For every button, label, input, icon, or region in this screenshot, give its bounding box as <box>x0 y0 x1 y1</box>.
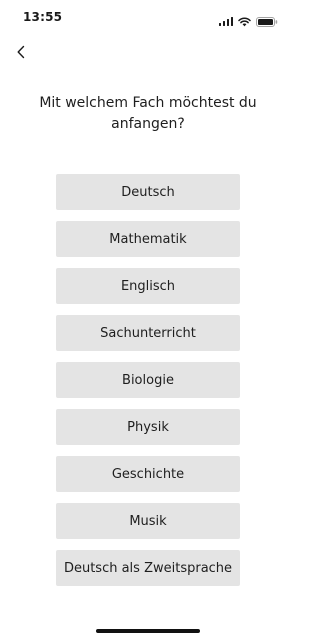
subject-button-geschichte[interactable]: Geschichte <box>56 456 240 492</box>
subject-list: Deutsch Mathematik Englisch Sachunterric… <box>56 174 240 586</box>
chevron-left-icon <box>16 44 26 63</box>
status-bar: 13:55 <box>0 0 296 36</box>
subject-prompt: Mit welchem Fach möchtest du anfangen? <box>39 95 257 132</box>
subject-button-deutsch[interactable]: Deutsch <box>56 174 240 210</box>
subject-button-sachunterricht[interactable]: Sachunterricht <box>56 315 240 351</box>
battery-icon <box>256 12 278 31</box>
subject-button-deutsch-als-zweitsprache[interactable]: Deutsch als Zweitsprache <box>56 550 240 586</box>
status-icons <box>218 12 279 31</box>
wifi-icon <box>238 12 251 31</box>
status-time: 13:55 <box>23 10 63 24</box>
subject-button-musik[interactable]: Musik <box>56 503 240 539</box>
cellular-signal-icon <box>218 17 233 26</box>
home-indicator[interactable] <box>96 629 200 633</box>
back-button[interactable] <box>8 40 34 66</box>
subject-button-englisch[interactable]: Englisch <box>56 268 240 304</box>
subject-button-mathematik[interactable]: Mathematik <box>56 221 240 257</box>
subject-button-physik[interactable]: Physik <box>56 409 240 445</box>
subject-button-biologie[interactable]: Biologie <box>56 362 240 398</box>
